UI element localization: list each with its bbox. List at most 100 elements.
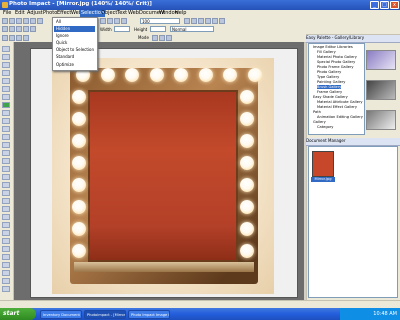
option-icon-4[interactable] bbox=[23, 35, 29, 41]
preview-icon[interactable] bbox=[219, 18, 225, 24]
marquee-tool-icon[interactable] bbox=[2, 78, 10, 84]
copy-icon[interactable] bbox=[107, 18, 113, 24]
eraser-tool-icon[interactable] bbox=[2, 142, 10, 148]
text-tool-icon[interactable] bbox=[2, 110, 10, 116]
brush-tool-icon[interactable] bbox=[2, 126, 10, 132]
dropdown-item-hidden[interactable]: Hidden bbox=[56, 26, 70, 31]
menu-edit[interactable]: Edit bbox=[14, 10, 26, 17]
burn-tool-icon[interactable] bbox=[2, 262, 10, 268]
tree-item[interactable]: Image Editor Libraries bbox=[313, 45, 353, 49]
eyedropper-tool-icon[interactable] bbox=[2, 174, 10, 180]
tree-item[interactable]: Fill Gallery bbox=[317, 50, 336, 54]
gallery-thumb-1[interactable] bbox=[366, 50, 396, 70]
tree-item[interactable]: Material Photo Gallery bbox=[317, 55, 357, 59]
tree-item[interactable]: Type Gallery bbox=[317, 75, 339, 79]
close-button[interactable]: x bbox=[390, 1, 399, 9]
gallery-tree[interactable]: Image Editor Libraries Fill Gallery Mate… bbox=[308, 43, 365, 135]
retouch-tool-icon[interactable] bbox=[2, 166, 10, 172]
tree-item[interactable]: Category bbox=[317, 125, 333, 129]
web-tool-icon[interactable] bbox=[2, 278, 10, 284]
transform-tool-icon[interactable] bbox=[2, 214, 10, 220]
redo-icon[interactable] bbox=[37, 18, 43, 24]
tree-item[interactable]: Material Attribute Gallery bbox=[317, 100, 363, 104]
taskbar-task-1[interactable]: Inventory Document S... bbox=[40, 310, 82, 319]
minimize-button[interactable]: _ bbox=[370, 1, 379, 9]
tree-item-selected[interactable]: Brush Gallery bbox=[317, 85, 342, 89]
option-icon-7[interactable] bbox=[166, 35, 172, 41]
add-mode-icon[interactable] bbox=[9, 26, 15, 32]
ruler-icon[interactable] bbox=[212, 18, 218, 24]
foreground-color-swatch[interactable] bbox=[2, 102, 10, 108]
option-icon-2[interactable] bbox=[9, 35, 15, 41]
sharpen-tool-icon[interactable] bbox=[2, 246, 10, 252]
crop-icon[interactable] bbox=[121, 18, 127, 24]
tree-item[interactable]: Animation Editing Gallery bbox=[317, 115, 363, 119]
height-field[interactable] bbox=[150, 26, 166, 32]
tree-item[interactable]: Path bbox=[313, 110, 321, 114]
gradient-tool-icon[interactable] bbox=[2, 198, 10, 204]
dropdown-item-standard[interactable]: Standard bbox=[56, 54, 74, 59]
dropdown-item-all[interactable]: All bbox=[56, 19, 61, 24]
document-thumbnail[interactable] bbox=[312, 151, 334, 177]
zoom-field[interactable]: 100 bbox=[140, 18, 180, 24]
move-tool-icon[interactable] bbox=[2, 54, 10, 60]
shape-tool-icon[interactable] bbox=[2, 182, 10, 188]
slice-tool-icon[interactable] bbox=[2, 286, 10, 292]
feather-icon[interactable] bbox=[30, 26, 36, 32]
dropdown-item-ignore[interactable]: Ignore bbox=[56, 33, 69, 38]
paste-icon[interactable] bbox=[114, 18, 120, 24]
line-tool-icon[interactable] bbox=[2, 190, 10, 196]
zoom-tool-icon[interactable] bbox=[2, 62, 10, 68]
dropdown-item-object-to-selection[interactable]: Object to Selection bbox=[56, 47, 94, 52]
gallery-thumb-3[interactable] bbox=[366, 110, 396, 130]
clone-tool-icon[interactable] bbox=[2, 158, 10, 164]
wand-tool-icon[interactable] bbox=[2, 94, 10, 100]
selection-tool-icon[interactable] bbox=[2, 26, 8, 32]
tree-item[interactable]: Frame Gallery bbox=[317, 90, 342, 94]
taskbar-task-2[interactable]: Photoimpact - [Mirror... bbox=[84, 310, 126, 319]
cut-icon[interactable] bbox=[100, 18, 106, 24]
tree-item[interactable]: Material Effect Gallery bbox=[317, 105, 357, 109]
hand-tool-icon[interactable] bbox=[2, 222, 10, 228]
mode2-select[interactable]: Normal bbox=[170, 26, 214, 32]
path-tool-icon[interactable] bbox=[2, 118, 10, 124]
taskbar-task-3[interactable]: Photo Impact Image Ed... bbox=[128, 310, 170, 319]
tree-item[interactable]: Gallery bbox=[313, 120, 326, 124]
pen-tool-icon[interactable] bbox=[2, 134, 10, 140]
fit-icon[interactable] bbox=[198, 18, 204, 24]
intersect-mode-icon[interactable] bbox=[23, 26, 29, 32]
tree-item[interactable]: Photo Gallery bbox=[317, 70, 341, 74]
tree-item[interactable]: Special Photo Gallery bbox=[317, 60, 355, 64]
tree-item[interactable]: Painting Gallery bbox=[317, 80, 345, 84]
zoom-in-icon[interactable] bbox=[184, 18, 190, 24]
subtract-mode-icon[interactable] bbox=[16, 26, 22, 32]
print-icon[interactable] bbox=[23, 18, 29, 24]
tree-item[interactable]: Photo Frame Gallery bbox=[317, 65, 354, 69]
option-icon-5[interactable] bbox=[152, 35, 158, 41]
start-button[interactable]: start bbox=[0, 308, 36, 320]
lasso-tool-icon[interactable] bbox=[2, 86, 10, 92]
grid-icon[interactable] bbox=[205, 18, 211, 24]
new-icon[interactable] bbox=[2, 18, 8, 24]
sponge-tool-icon[interactable] bbox=[2, 270, 10, 276]
option-icon-6[interactable] bbox=[159, 35, 165, 41]
dropdown-item-quick[interactable]: Quick bbox=[56, 40, 67, 45]
width-field[interactable] bbox=[114, 26, 130, 32]
dropdown-item-optimize[interactable]: Optimize bbox=[56, 62, 74, 67]
menu-adjust[interactable]: Adjust bbox=[26, 10, 44, 17]
smudge-tool-icon[interactable] bbox=[2, 238, 10, 244]
menu-file[interactable]: File bbox=[2, 10, 12, 17]
option-icon-1[interactable] bbox=[2, 35, 8, 41]
dodge-tool-icon[interactable] bbox=[2, 254, 10, 260]
open-icon[interactable] bbox=[9, 18, 15, 24]
stamp-tool-icon[interactable] bbox=[2, 206, 10, 212]
save-icon[interactable] bbox=[16, 18, 22, 24]
undo-icon[interactable] bbox=[30, 18, 36, 24]
zoom-out-icon[interactable] bbox=[191, 18, 197, 24]
tree-item[interactable]: Easy Shade Gallery bbox=[313, 95, 348, 99]
maximize-button[interactable]: □ bbox=[380, 1, 389, 9]
crop-tool-icon[interactable] bbox=[2, 70, 10, 76]
pick-tool-icon[interactable] bbox=[2, 46, 10, 52]
menu-help[interactable]: Help bbox=[174, 10, 187, 17]
option-icon-3[interactable] bbox=[16, 35, 22, 41]
